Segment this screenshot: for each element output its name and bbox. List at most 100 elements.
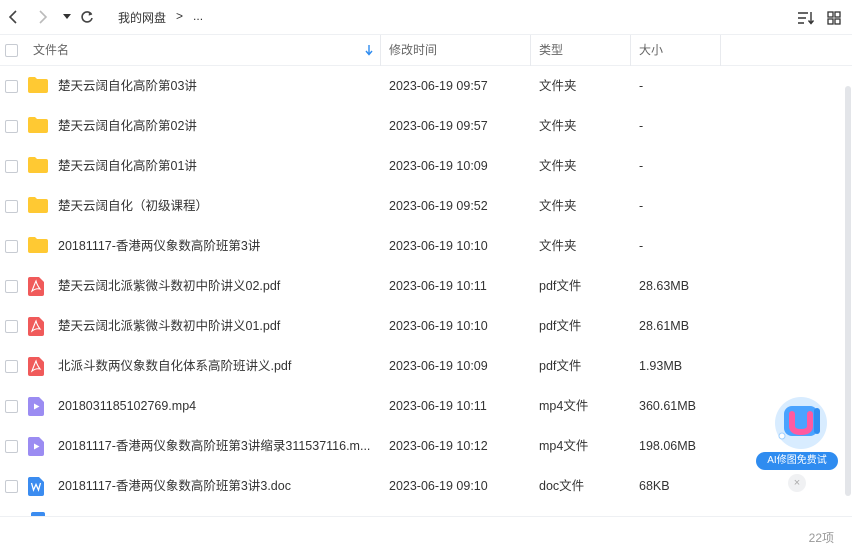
file-modified: 2023-06-19 10:09	[389, 159, 488, 173]
file-modified: 2023-06-19 09:10	[389, 479, 488, 493]
folder-icon	[28, 197, 48, 215]
sort-button[interactable]	[796, 8, 816, 28]
file-size: 360.61MB	[639, 399, 696, 413]
file-name[interactable]: 楚天云阔北派紫微斗数初中阶讲义02.pdf	[58, 266, 374, 306]
file-size: -	[639, 199, 644, 213]
column-size-header[interactable]: 大小	[639, 35, 663, 66]
ai-mascot-icon	[775, 397, 827, 449]
file-name[interactable]: 2018031185102769.mp4	[58, 386, 374, 426]
file-type: doc文件	[539, 479, 585, 493]
column-divider[interactable]	[630, 35, 631, 66]
file-type: 文件夹	[539, 239, 577, 253]
refresh-button[interactable]	[76, 6, 98, 28]
sort-arrow-down-icon[interactable]	[365, 45, 373, 56]
folder-icon	[28, 237, 48, 255]
file-row[interactable]: 楚天云阔自化（初级课程） 2023-06-19 09:52 文件夹 -	[0, 186, 844, 226]
pdf-icon	[28, 357, 48, 376]
file-name[interactable]: 20181117-香港两仪象数高阶班第3讲缩录311537116.m...	[58, 426, 374, 466]
file-size: 198.06MB	[639, 439, 696, 453]
file-row[interactable]: 楚天云阔自化高阶第02讲 2023-06-19 09:57 文件夹 -	[0, 106, 844, 146]
file-type: pdf文件	[539, 279, 582, 293]
row-checkbox[interactable]	[5, 160, 18, 173]
scrollbar-thumb[interactable]	[845, 86, 851, 496]
file-modified: 2023-06-19 10:11	[389, 279, 487, 293]
column-divider[interactable]	[380, 35, 381, 66]
row-checkbox[interactable]	[5, 200, 18, 213]
back-button[interactable]	[2, 6, 24, 28]
file-name[interactable]: 北派斗数两仪象数自化体系高阶班讲义.pdf	[58, 346, 374, 386]
file-modified: 2023-06-19 10:10	[389, 239, 488, 253]
file-modified: 2023-06-19 10:12	[389, 439, 488, 453]
file-row[interactable]: 楚天云阔自化高阶第01讲 2023-06-19 10:09 文件夹 -	[0, 146, 844, 186]
file-type: 文件夹	[539, 79, 577, 93]
row-checkbox[interactable]	[5, 240, 18, 253]
file-name[interactable]: 20181117-香港两仪象数高阶班第3讲3.doc	[58, 466, 374, 506]
column-divider[interactable]	[720, 35, 721, 66]
file-size: -	[639, 159, 644, 173]
row-checkbox[interactable]	[5, 120, 18, 133]
caret-down-icon	[63, 14, 71, 19]
sort-list-icon	[798, 12, 815, 25]
grid-view-button[interactable]	[824, 8, 844, 28]
file-row[interactable]: 楚天云阔北派紫微斗数初中阶讲义02.pdf 2023-06-19 10:11 p…	[0, 266, 844, 306]
column-name-header[interactable]: 文件名	[33, 35, 69, 66]
row-checkbox[interactable]	[5, 320, 18, 333]
doc-icon	[28, 477, 48, 496]
file-type: 文件夹	[539, 159, 577, 173]
file-type: mp4文件	[539, 399, 589, 413]
file-name[interactable]: 楚天云阔自化高阶第02讲	[58, 106, 374, 146]
file-name[interactable]: 楚天云阔自化高阶第03讲	[58, 66, 374, 106]
select-all-checkbox[interactable]	[5, 44, 18, 57]
file-row[interactable]: 楚天云阔自化高阶第03讲 2023-06-19 09:57 文件夹 -	[0, 66, 844, 106]
grid-view-icon	[827, 11, 841, 25]
file-modified: 2023-06-19 09:52	[389, 199, 488, 213]
column-header: 文件名 修改时间 类型 大小	[0, 34, 852, 66]
file-row[interactable]: 楚天云阔北派紫微斗数初中阶讲义01.pdf 2023-06-19 10:10 p…	[0, 306, 844, 346]
file-modified: 2023-06-19 09:57	[389, 119, 488, 133]
column-type-header[interactable]: 类型	[539, 35, 563, 66]
pdf-icon	[28, 317, 48, 336]
breadcrumb-separator: >	[176, 9, 184, 23]
file-size: 28.63MB	[639, 279, 690, 293]
file-name[interactable]: 20181117-香港两仪象数高阶班第3讲	[58, 226, 374, 266]
file-name[interactable]: 楚天云阔自化高阶第01讲	[58, 146, 374, 186]
item-count: 22项	[808, 531, 834, 545]
ai-photo-promo[interactable]: AI修图免费试	[752, 392, 840, 474]
row-checkbox[interactable]	[5, 280, 18, 293]
file-size: 1.93MB	[639, 359, 683, 373]
folder-icon	[28, 117, 48, 135]
breadcrumb-more[interactable]: ...	[193, 9, 203, 26]
file-size: 28.61MB	[639, 319, 690, 333]
pdf-icon	[28, 277, 48, 296]
file-type: mp4文件	[539, 439, 589, 453]
file-row[interactable]: 2018031185102769.mp4 2023-06-19 10:11 mp…	[0, 386, 844, 426]
refresh-icon	[81, 11, 93, 23]
file-size: 68KB	[639, 479, 670, 493]
row-checkbox[interactable]	[5, 480, 18, 493]
forward-button[interactable]	[32, 6, 54, 28]
file-row[interactable]: 20181117-香港两仪象数高阶班第3讲缩录311537116.m... 20…	[0, 426, 844, 466]
file-row[interactable]: 20181117-香港两仪象数高阶班第3讲3.doc 2023-06-19 09…	[0, 466, 844, 506]
ai-promo-close-button[interactable]: ×	[788, 474, 806, 492]
row-checkbox[interactable]	[5, 360, 18, 373]
chevron-right-icon	[39, 10, 48, 24]
file-size: -	[639, 79, 644, 93]
file-name[interactable]: 楚天云阔自化（初级课程）	[58, 186, 374, 226]
row-checkbox[interactable]	[5, 80, 18, 93]
folder-icon	[28, 77, 48, 95]
row-checkbox[interactable]	[5, 400, 18, 413]
video-icon	[28, 437, 48, 456]
file-modified: 2023-06-19 10:10	[389, 319, 488, 333]
file-name[interactable]: 楚天云阔北派紫微斗数初中阶讲义01.pdf	[58, 306, 374, 346]
history-dropdown-button[interactable]	[56, 6, 78, 28]
file-row[interactable]: 20181117-香港两仪象数高阶班第3讲 2023-06-19 10:10 文…	[0, 226, 844, 266]
file-row[interactable]: 北派斗数两仪象数自化体系高阶班讲义.pdf 2023-06-19 10:09 p…	[0, 346, 844, 386]
file-type: pdf文件	[539, 359, 582, 373]
breadcrumb: 我的网盘 > ...	[118, 9, 203, 26]
row-checkbox[interactable]	[5, 440, 18, 453]
column-modified-header[interactable]: 修改时间	[389, 35, 437, 66]
ai-promo-label[interactable]: AI修图免费试	[756, 452, 838, 470]
breadcrumb-root[interactable]: 我的网盘	[118, 9, 166, 26]
vertical-scrollbar[interactable]	[844, 66, 852, 516]
column-divider[interactable]	[530, 35, 531, 66]
